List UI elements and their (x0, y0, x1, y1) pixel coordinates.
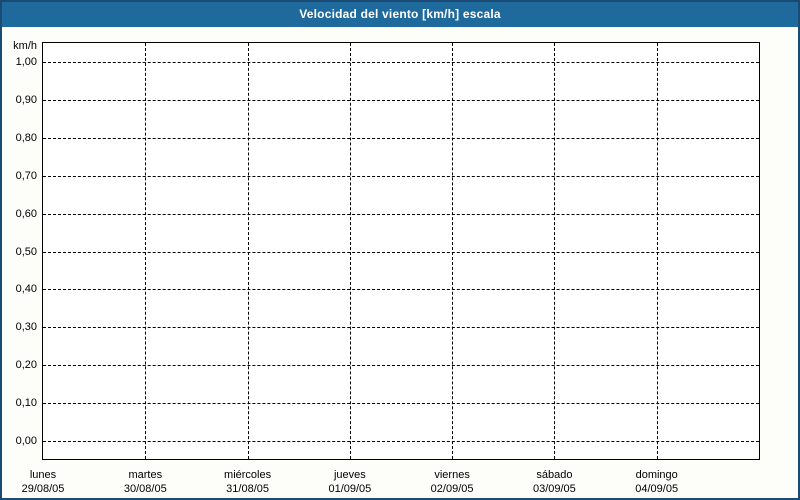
y-tick-label: 0,70 (15, 169, 37, 182)
h-gridline (43, 441, 759, 442)
x-day-label: jueves (333, 469, 366, 481)
y-tick-label: 0,10 (15, 397, 37, 410)
v-gridline (349, 43, 351, 459)
plot-area (42, 42, 760, 460)
chart-title: Velocidad del viento [km/h] escala (299, 7, 501, 21)
v-gridline (247, 43, 249, 459)
y-tick-label: 0,60 (15, 207, 37, 220)
y-tick-label: 0,40 (15, 283, 37, 296)
x-date-label: 03/09/05 (532, 483, 576, 495)
y-axis-unit-label: km/h (13, 40, 37, 52)
h-gridline (43, 62, 759, 63)
x-day-label: sábado (536, 469, 573, 481)
x-date-label: 04/09/05 (635, 483, 679, 495)
x-date-label: 30/08/05 (123, 483, 167, 495)
h-gridline (43, 289, 759, 291)
h-gridline (43, 327, 759, 329)
x-day-label: viernes (434, 469, 470, 481)
y-tick-label: 0,50 (15, 245, 37, 258)
y-tick-label: 0,00 (15, 435, 37, 447)
x-day-label: domingo (635, 469, 678, 481)
x-day-label: martes (128, 469, 163, 481)
y-tick-label: 1,00 (15, 56, 37, 68)
h-gridline (43, 365, 759, 367)
h-gridline (43, 175, 759, 177)
h-gridline (43, 137, 759, 139)
x-date-label: 01/09/05 (328, 483, 372, 495)
h-gridline (43, 99, 759, 101)
v-gridline (656, 43, 658, 459)
h-gridline (43, 251, 759, 253)
x-day-label: miércoles (224, 469, 272, 481)
y-tick-label: 0,80 (15, 131, 37, 144)
h-gridline (43, 213, 759, 215)
chart-title-bar: Velocidad del viento [km/h] escala (2, 2, 798, 27)
x-date-label: 29/08/05 (21, 483, 65, 495)
x-date-label: 31/08/05 (226, 483, 269, 495)
chart-window: Velocidad del viento [km/h] escala km/h … (0, 0, 800, 500)
h-gridline (43, 403, 759, 405)
x-day-label: lunes (29, 469, 57, 481)
v-gridline (452, 43, 454, 459)
y-tick-label: 0,20 (15, 359, 37, 372)
x-date-label: 02/09/05 (430, 483, 474, 495)
y-tick-label: 0,30 (15, 321, 37, 334)
v-gridline (554, 43, 556, 459)
v-gridline (145, 43, 147, 459)
y-tick-label: 0,90 (15, 93, 37, 106)
